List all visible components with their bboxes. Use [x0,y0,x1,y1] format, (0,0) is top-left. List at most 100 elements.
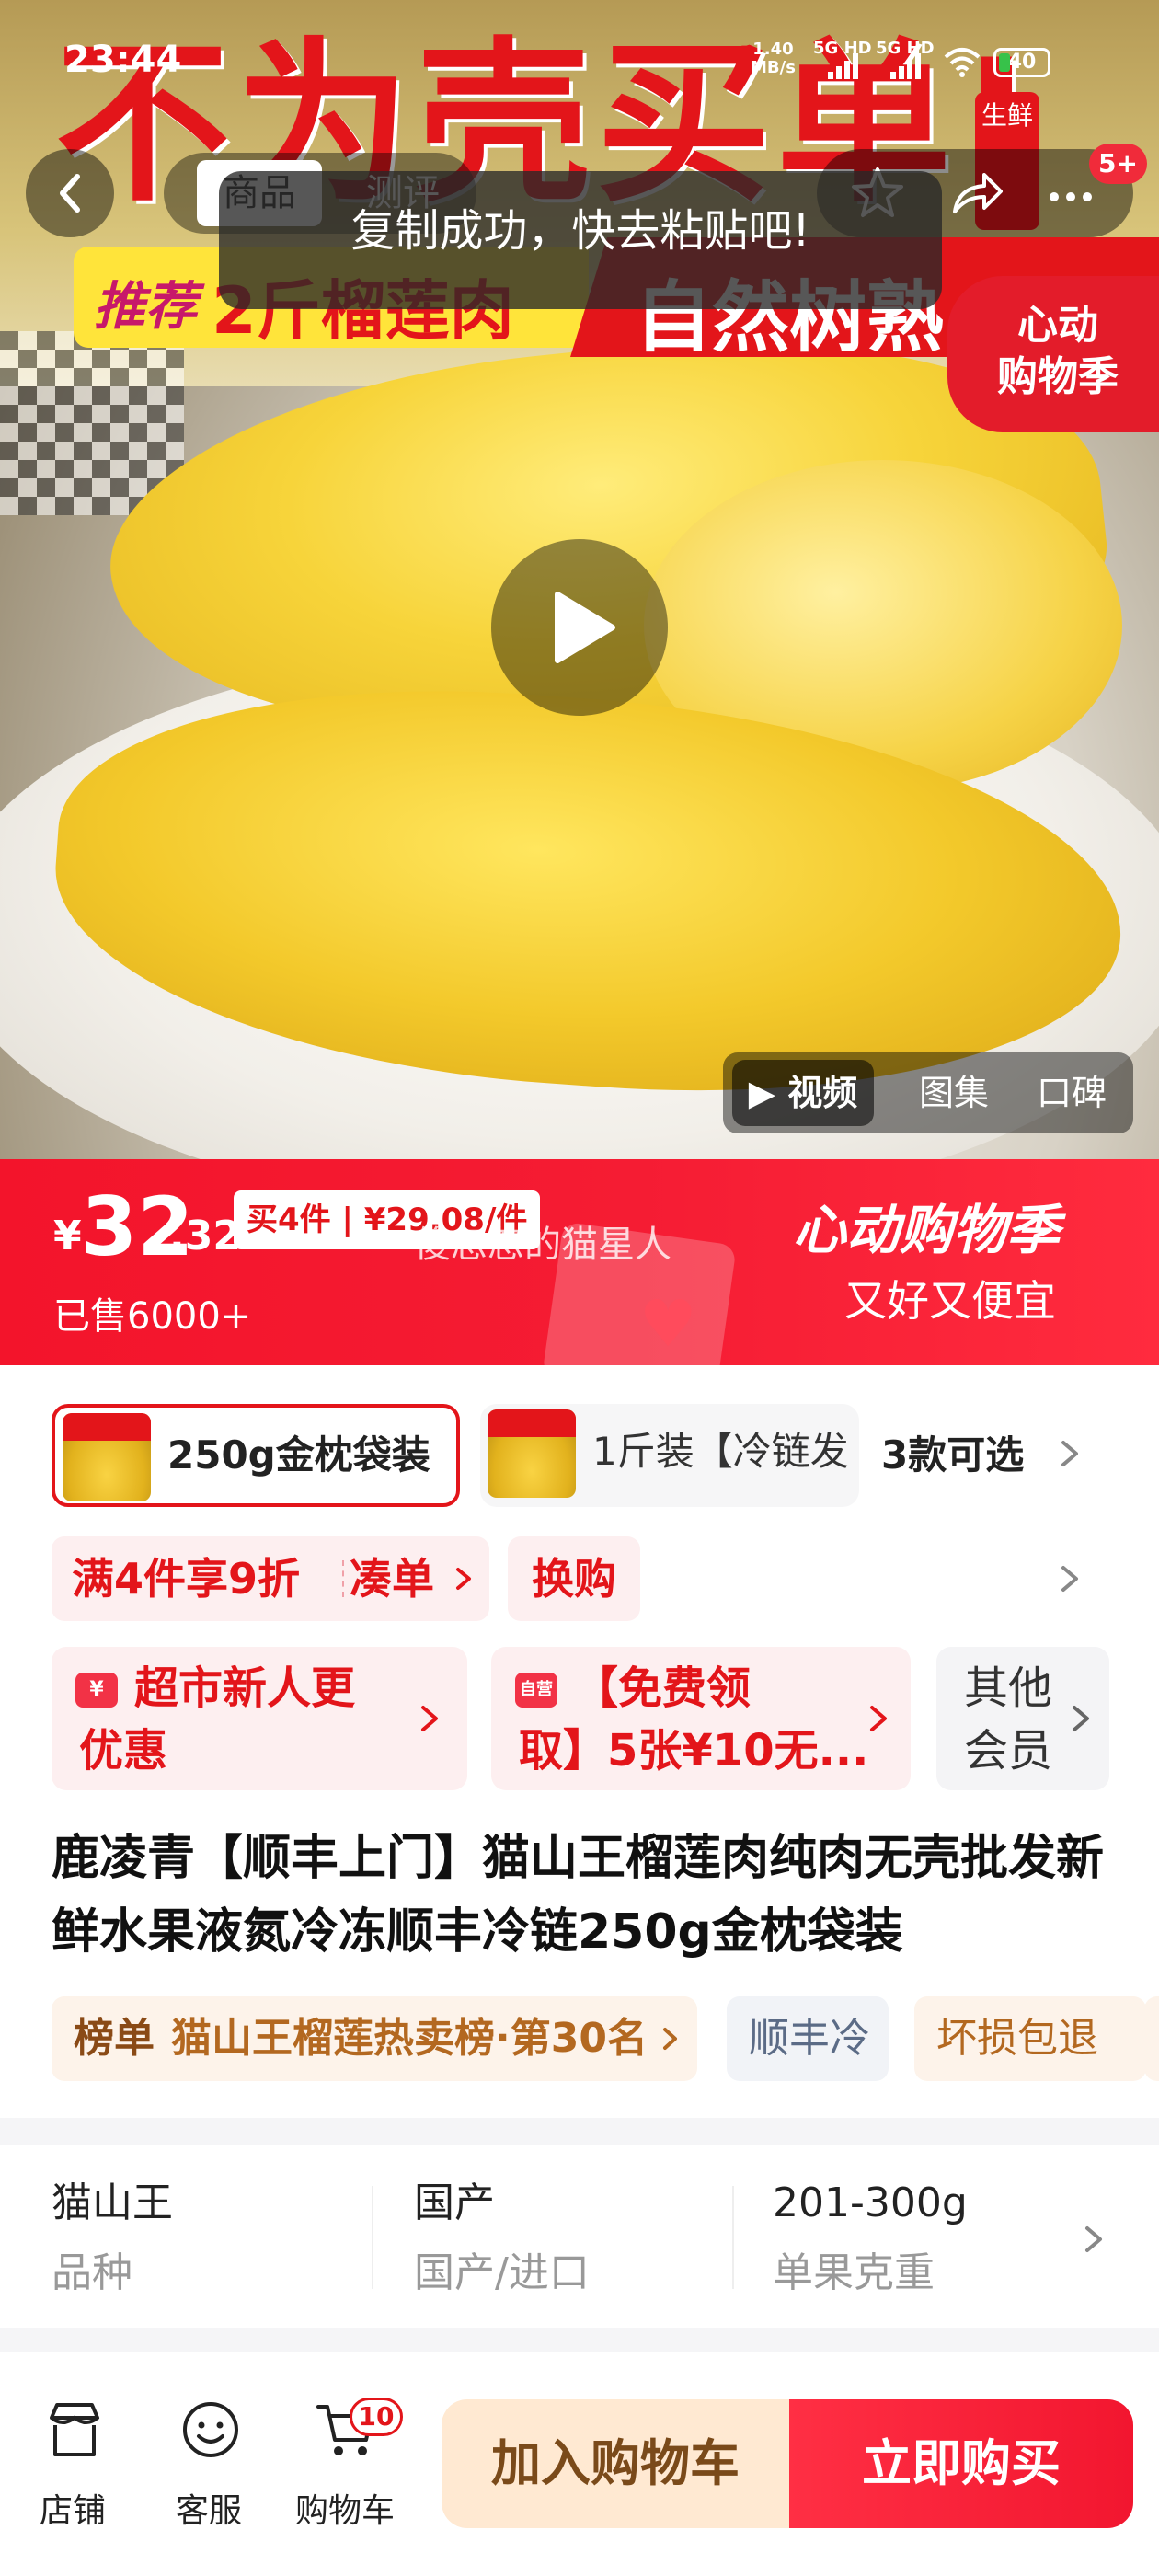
price-bar: ¥ 32 .32 买4件 | ¥29.08/件 已售6000+ ♥ 傻忽忽的猫星… [0,1159,1159,1365]
bottom-action-bar: 店铺 客服 购物车 10 加入购物车 立即购买 [0,2352,1159,2576]
divider [342,1560,344,1597]
coupon-line2: 取】5张¥10无... [519,1725,869,1777]
sku-option[interactable]: 1斤装【冷链发 [480,1404,859,1507]
sku-more-options[interactable]: 3款可选 [881,1404,1024,1507]
discount-offer-text: 满4件享9折 [72,1554,301,1604]
attribute-value: 猫山王 [52,2179,173,2226]
coupon-row: ¥ 超市新人更 优惠 自营 【免费领 取】5张¥10无... 其他 会员 [0,1641,1159,1803]
exchange-button[interactable]: 换购 [508,1536,640,1621]
network-speed-unit: MB/s [751,58,796,77]
section-divider [0,2118,1159,2145]
attribute-key: 品种 [52,2249,132,2296]
chevron-right-icon [1073,1706,1089,1731]
price-currency: ¥ [53,1213,82,1259]
smiley-icon [183,2402,238,2457]
discount-offer[interactable]: 满4件享9折 凑单 [52,1536,489,1621]
sku-selector: 250g金枕袋装 1斤装【冷链发 3款可选 [0,1365,1159,1536]
coupon-line1: 超市新人更 [134,1662,356,1714]
price-decimal: .32 [169,1213,241,1259]
chevron-right-icon [421,1706,438,1731]
product-title: 鹿凌青【顺丰上门】猫山王榴莲肉纯肉无壳批发新鲜水果液氮冷冻顺丰冷链250g金枕袋… [52,1831,1105,1960]
promo-subslogan: 又好又便宜 [844,1276,1056,1326]
network-speed-value: 1.40 [752,40,794,59]
coupon-other-member[interactable]: 其他 会员 [936,1647,1109,1790]
customer-service-button[interactable]: 客服 [158,2398,259,2536]
sku-option-label: 250g金枕袋装 [167,1432,430,1478]
media-tab-video[interactable]: ▶ 视频 [732,1060,874,1126]
tag-overflow [1144,1996,1159,2081]
tags-row: 榜单 猫山王榴莲热卖榜·第30名 顺丰冷 坏损包退 [0,1996,1159,2085]
share-icon[interactable] [942,160,1008,226]
chevron-right-icon [870,1706,887,1731]
media-tab-reviews[interactable]: 口碑 [1012,1052,1131,1133]
coupon-new-user[interactable]: ¥ 超市新人更 优惠 [52,1647,467,1790]
buy-now-button[interactable]: 立即购买 [789,2399,1133,2528]
sku-option-selected[interactable]: 250g金枕袋装 [52,1404,460,1507]
heart-icon: ♥ [639,1286,697,1362]
coupon-line1: 其他 [964,1662,1053,1714]
attribute-origin: 国产 国产/进口 [414,2173,727,2311]
chevron-right-icon[interactable] [1056,1560,1084,1597]
watermark-text: 傻忽忽的猫星人 [414,1224,671,1266]
sku-thumbnail [488,1409,576,1498]
coupon-line2: 优惠 [79,1725,168,1777]
signal-bars-icon [890,53,922,79]
recommend-tag: 推荐 [94,277,197,337]
chevron-left-icon [60,174,80,213]
network-speed: 1.40 MB/s [751,40,796,77]
shop-button[interactable]: 店铺 [22,2398,123,2536]
coupon-line2: 会员 [964,1725,1053,1777]
promo-badge-line1: 心动 [1017,302,1098,349]
media-tab-gallery[interactable]: 图集 [894,1052,1014,1133]
cart-label: 购物车 [294,2492,395,2530]
promo-badge-line2: 购物季 [997,353,1119,400]
media-tabs: ▶ 视频 图集 口碑 [723,1052,1133,1133]
self-operated-icon: 自营 [515,1673,557,1708]
attribute-value: 201-300g [773,2179,968,2226]
sku-thumbnail [63,1413,151,1501]
play-video-button[interactable] [491,539,668,716]
coupon-free-claim[interactable]: 自营 【免费领 取】5张¥10无... [491,1647,911,1790]
add-on-order-link[interactable]: 凑单 [350,1536,434,1621]
wifi-icon [944,48,981,77]
promo-slogan: 心动购物季 [793,1199,1061,1261]
play-small-icon: ▶ [748,1073,775,1113]
battery-icon: 40 [993,48,1050,77]
shop-icon [50,2403,99,2456]
cart-count-badge: 10 [350,2398,403,2436]
status-time: 23:44 [64,39,182,81]
ranking-tag[interactable]: 榜单 猫山王榴莲热卖榜·第30名 [52,1996,697,2081]
attribute-value: 国产 [414,2179,495,2226]
copy-success-toast: 复制成功，快去粘贴吧! [219,171,942,309]
media-tab-video-label: 视频 [787,1073,858,1113]
add-to-cart-button[interactable]: 加入购物车 [442,2399,789,2528]
signal-bars-icon [828,53,859,79]
coupon-line1: 【免费领 [574,1662,752,1714]
chevron-right-icon [663,2028,677,2050]
ranking-label: 榜单 [74,2015,155,2062]
chevron-right-icon [456,1568,471,1590]
back-button[interactable] [26,149,114,237]
service-label: 客服 [175,2492,242,2530]
shop-label: 店铺 [39,2492,106,2530]
ranking-text: 猫山王榴莲热卖榜·第30名 [171,2015,648,2062]
discount-row: 满4件享9折 凑单 换购 [0,1536,1159,1641]
status-bar: 23:44 1.40 MB/s 5G HD 5G HD 40 [0,0,1159,110]
sku-option-label: 1斤装【冷链发 [592,1429,849,1474]
chevron-right-icon [1085,2226,1102,2252]
attribute-key: 国产/进口 [414,2249,590,2296]
damage-refund-tag: 坏损包退 [914,1996,1146,2081]
coupon-yen-icon: ¥ [75,1673,118,1708]
attribute-key: 单果克重 [773,2249,935,2296]
play-icon [555,592,615,663]
attribute-variety: 猫山王 品种 [52,2173,364,2311]
product-attributes[interactable]: 猫山王 品种 国产 国产/进口 201-300g 单果克重 [0,2145,1159,2328]
divider [732,2186,734,2289]
attribute-weight: 201-300g 单果克重 [773,2173,1085,2311]
section-divider [0,2328,1159,2352]
divider [372,2186,373,2289]
product-detail-page: 不为壳买单! 推荐 2斤榴莲肉 自然树熟·家 生鲜 心动 购物季 ▶ 视频 图集 [0,0,1159,2576]
sold-count: 已售6000+ [53,1295,252,1338]
chevron-right-icon[interactable] [1056,1435,1084,1472]
promo-badge: 心动 购物季 [947,276,1159,432]
